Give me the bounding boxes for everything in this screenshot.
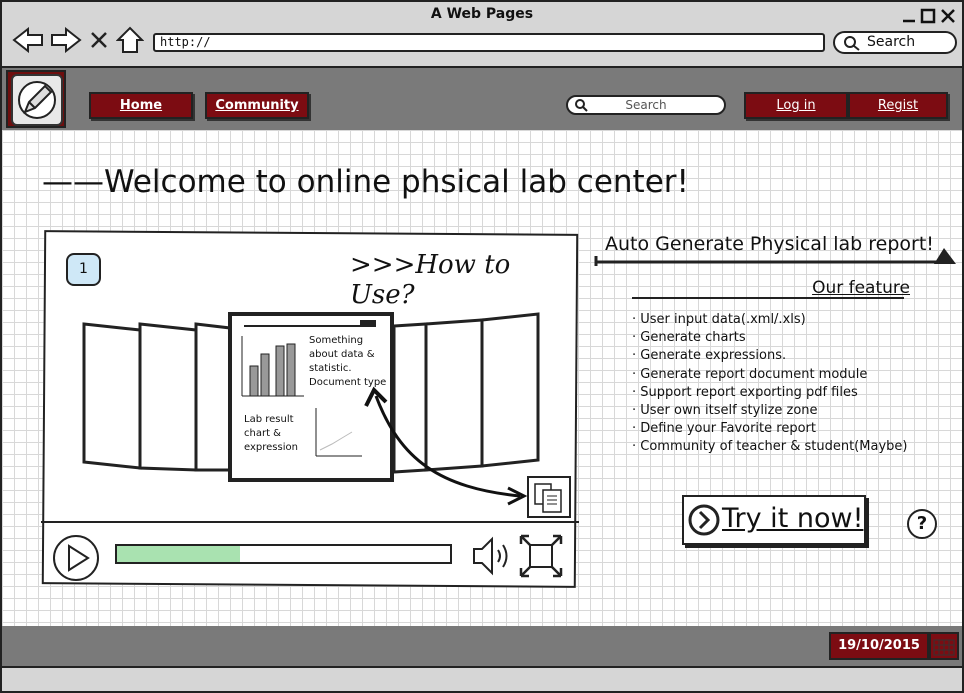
video-progress-fill xyxy=(117,546,241,562)
back-arrow-icon[interactable] xyxy=(12,27,44,53)
try-it-now-label: Try it now! xyxy=(722,503,864,534)
chevron-right-icon xyxy=(688,504,720,550)
site-search-placeholder: Search xyxy=(625,98,667,112)
maximize-button[interactable] xyxy=(920,8,936,29)
feature-title: Our feature xyxy=(812,278,910,298)
step-badge: 1 xyxy=(66,253,101,286)
volume-icon[interactable] xyxy=(470,534,514,582)
nav-community[interactable]: Community xyxy=(205,92,309,119)
search-icon xyxy=(574,98,588,116)
date-display: 19/10/2015 xyxy=(829,632,929,660)
login-button[interactable]: Log in xyxy=(744,92,848,119)
feature-list: · User input data(.xml/.xls) · Generate … xyxy=(632,311,932,457)
feature-item: · Generate report document module xyxy=(632,366,868,382)
slide-caption-data: Something about data & statistic. Docume… xyxy=(309,335,387,388)
help-icon[interactable]: ? xyxy=(907,509,937,539)
feature-item: · Community of teacher & student(Maybe) xyxy=(632,439,908,455)
feature-item: · Define your Favorite report xyxy=(632,421,816,437)
search-icon xyxy=(843,35,861,57)
nav-home[interactable]: Home xyxy=(89,92,193,119)
slide-caption-result: Lab result chart & expression xyxy=(244,414,298,453)
fullscreen-icon[interactable] xyxy=(519,534,563,582)
feature-item: · User input data(.xml/.xls) xyxy=(632,312,806,327)
home-icon[interactable] xyxy=(116,26,144,54)
window-title: A Web Pages xyxy=(430,6,534,22)
logo-pen-icon[interactable] xyxy=(11,74,63,126)
browser-search-label: Search xyxy=(867,34,916,50)
feature-item: · Support report exporting pdf files xyxy=(632,384,858,400)
site-search-input[interactable]: Search xyxy=(566,95,726,115)
feature-item: · Generate expressions. xyxy=(632,348,787,364)
close-button[interactable] xyxy=(940,8,956,29)
page-title: ——Welcome to online phsical lab center! xyxy=(42,164,689,200)
video-heading: >>>How to Use? xyxy=(350,250,511,310)
feature-divider xyxy=(632,297,904,299)
try-it-now-button[interactable]: Try it now! xyxy=(682,495,866,545)
url-input[interactable]: http:// xyxy=(153,33,825,52)
feature-item: · User own itself stylize zone xyxy=(632,403,818,419)
feature-banner-text: Auto Generate Physical lab report! xyxy=(605,233,934,255)
register-button[interactable]: Regist xyxy=(848,92,948,119)
document-icon[interactable] xyxy=(527,476,573,524)
forward-arrow-icon[interactable] xyxy=(50,27,82,53)
video-controls-divider xyxy=(41,521,579,523)
feature-item: · Generate charts xyxy=(632,330,746,346)
calendar-icon[interactable] xyxy=(929,632,959,660)
status-bar xyxy=(2,666,962,691)
video-progress-bar[interactable] xyxy=(115,544,452,564)
minimize-button[interactable] xyxy=(902,6,916,29)
stop-icon[interactable] xyxy=(89,30,109,50)
browser-search-field[interactable]: Search xyxy=(833,31,957,54)
site-footer xyxy=(2,626,962,666)
play-icon[interactable] xyxy=(52,534,100,586)
